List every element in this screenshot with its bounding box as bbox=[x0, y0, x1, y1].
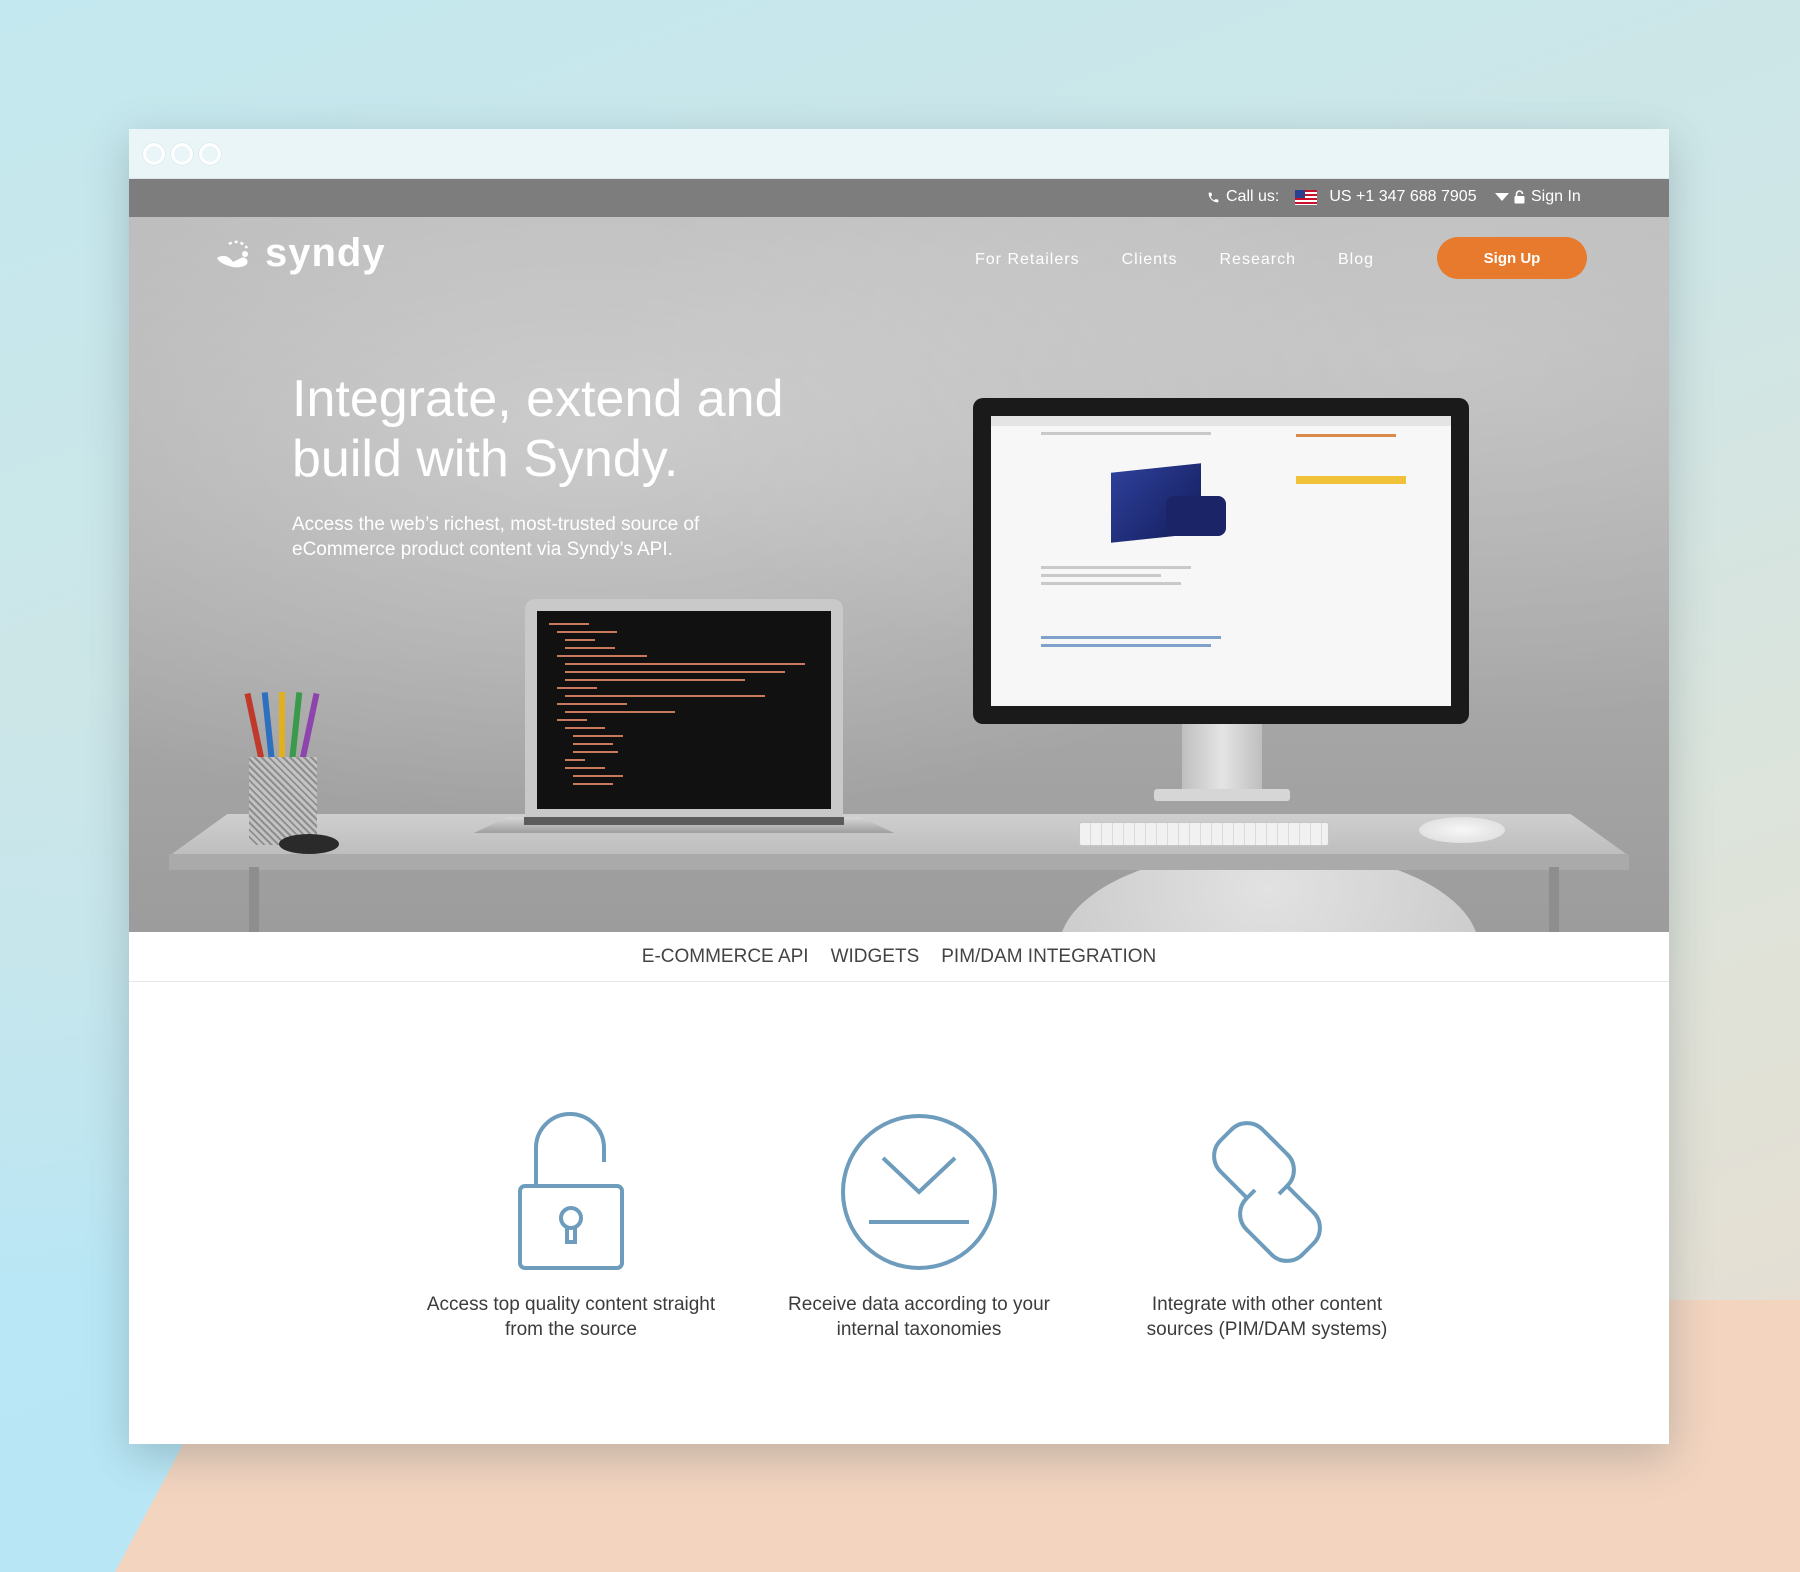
window-minimize-dot[interactable] bbox=[171, 143, 193, 165]
tab-pim-dam-integration[interactable]: PIM/DAM INTEGRATION bbox=[941, 946, 1156, 968]
call-us: Call us: US +1 347 688 7905 bbox=[1207, 188, 1509, 206]
browser-chrome bbox=[129, 129, 1669, 179]
feature-item: Access top quality content straight from… bbox=[421, 1112, 721, 1342]
chevron-down-icon[interactable] bbox=[1494, 193, 1509, 201]
tab-ecommerce-api[interactable]: E-COMMERCE API bbox=[642, 946, 809, 968]
window-maximize-dot[interactable] bbox=[199, 143, 221, 165]
hero-headline: Integrate, extend and build with Syndy. bbox=[292, 370, 784, 488]
phone-icon bbox=[1208, 192, 1219, 202]
pencil-image bbox=[299, 692, 320, 763]
laptop-image bbox=[525, 599, 843, 821]
sign-in-link[interactable]: Sign In bbox=[1514, 188, 1581, 206]
phone-number[interactable]: US +1 347 688 7905 bbox=[1329, 188, 1476, 206]
pencil-cup-image bbox=[249, 757, 317, 845]
code-lines-graphic bbox=[549, 623, 805, 785]
tape-roll-image bbox=[279, 834, 339, 854]
monitor-text-line bbox=[1041, 566, 1191, 569]
monitor-add-to-cart bbox=[1296, 476, 1406, 484]
pencil-image bbox=[261, 692, 275, 763]
feature-text: Access top quality content straight from… bbox=[426, 1294, 716, 1340]
keyboard-image bbox=[1079, 822, 1329, 846]
monitor-link-line bbox=[1041, 636, 1221, 639]
monitor-price-line bbox=[1296, 434, 1396, 437]
nav-item-research[interactable]: Research bbox=[1219, 251, 1295, 269]
monitor-stand bbox=[1182, 724, 1262, 794]
monitor-text-line bbox=[1041, 574, 1161, 577]
nav-item-clients[interactable]: Clients bbox=[1122, 251, 1178, 269]
syndy-logo-icon bbox=[217, 240, 249, 267]
chain-link-icon bbox=[1212, 1121, 1322, 1263]
feature-item: Receive data according to your internal … bbox=[769, 1112, 1069, 1342]
monitor-product-page bbox=[991, 416, 1451, 706]
mouse-image bbox=[1419, 817, 1505, 843]
nav-item-blog[interactable]: Blog bbox=[1338, 251, 1374, 269]
laptop-keyboard bbox=[524, 817, 844, 825]
pencil-image bbox=[279, 692, 285, 762]
download-circle-icon bbox=[841, 1114, 997, 1270]
monitor-stand-foot bbox=[1154, 789, 1290, 801]
monitor-link-line bbox=[1041, 644, 1211, 647]
features-section: Access top quality content straight from… bbox=[129, 982, 1669, 1442]
desk-edge bbox=[169, 854, 1629, 870]
logo-text: syndy bbox=[265, 231, 386, 275]
browser-window: Call us: US +1 347 688 7905 Sign In synd… bbox=[129, 129, 1669, 1444]
lock-icon bbox=[1514, 190, 1525, 204]
laptop-code-display bbox=[537, 611, 831, 809]
sign-in-label: Sign In bbox=[1531, 188, 1581, 205]
desk-leg bbox=[249, 867, 259, 932]
feature-item: Integrate with other content sources (PI… bbox=[1117, 1112, 1417, 1342]
desk-image bbox=[169, 814, 1629, 856]
us-flag-icon[interactable] bbox=[1295, 189, 1318, 205]
main-nav: For Retailers Clients Research Blog bbox=[975, 251, 1374, 269]
tab-widgets[interactable]: WIDGETS bbox=[831, 946, 920, 968]
desk-leg bbox=[1549, 867, 1559, 932]
product-jar-image bbox=[1166, 496, 1226, 536]
hero-section: syndy For Retailers Clients Research Blo… bbox=[129, 217, 1669, 932]
sign-up-button[interactable]: Sign Up bbox=[1437, 237, 1587, 279]
monitor-browser-bar bbox=[991, 416, 1451, 426]
window-close-dot[interactable] bbox=[143, 143, 165, 165]
feature-tabs: E-COMMERCE API WIDGETS PIM/DAM INTEGRATI… bbox=[129, 932, 1669, 982]
monitor-image bbox=[973, 398, 1469, 724]
nav-item-for-retailers[interactable]: For Retailers bbox=[975, 251, 1080, 269]
hero-subhead: Access the web’s richest, most-trusted s… bbox=[292, 514, 700, 560]
unlocked-padlock-icon bbox=[518, 1112, 624, 1270]
call-us-label: Call us: bbox=[1226, 188, 1280, 205]
top-bar: Call us: US +1 347 688 7905 Sign In bbox=[129, 179, 1669, 217]
monitor-text-line bbox=[1041, 582, 1181, 585]
feature-text: Receive data according to your internal … bbox=[788, 1294, 1050, 1340]
monitor-text-line bbox=[1041, 432, 1211, 435]
syndy-logo[interactable]: syndy bbox=[211, 231, 386, 276]
feature-text: Integrate with other content sources (PI… bbox=[1146, 1294, 1388, 1340]
